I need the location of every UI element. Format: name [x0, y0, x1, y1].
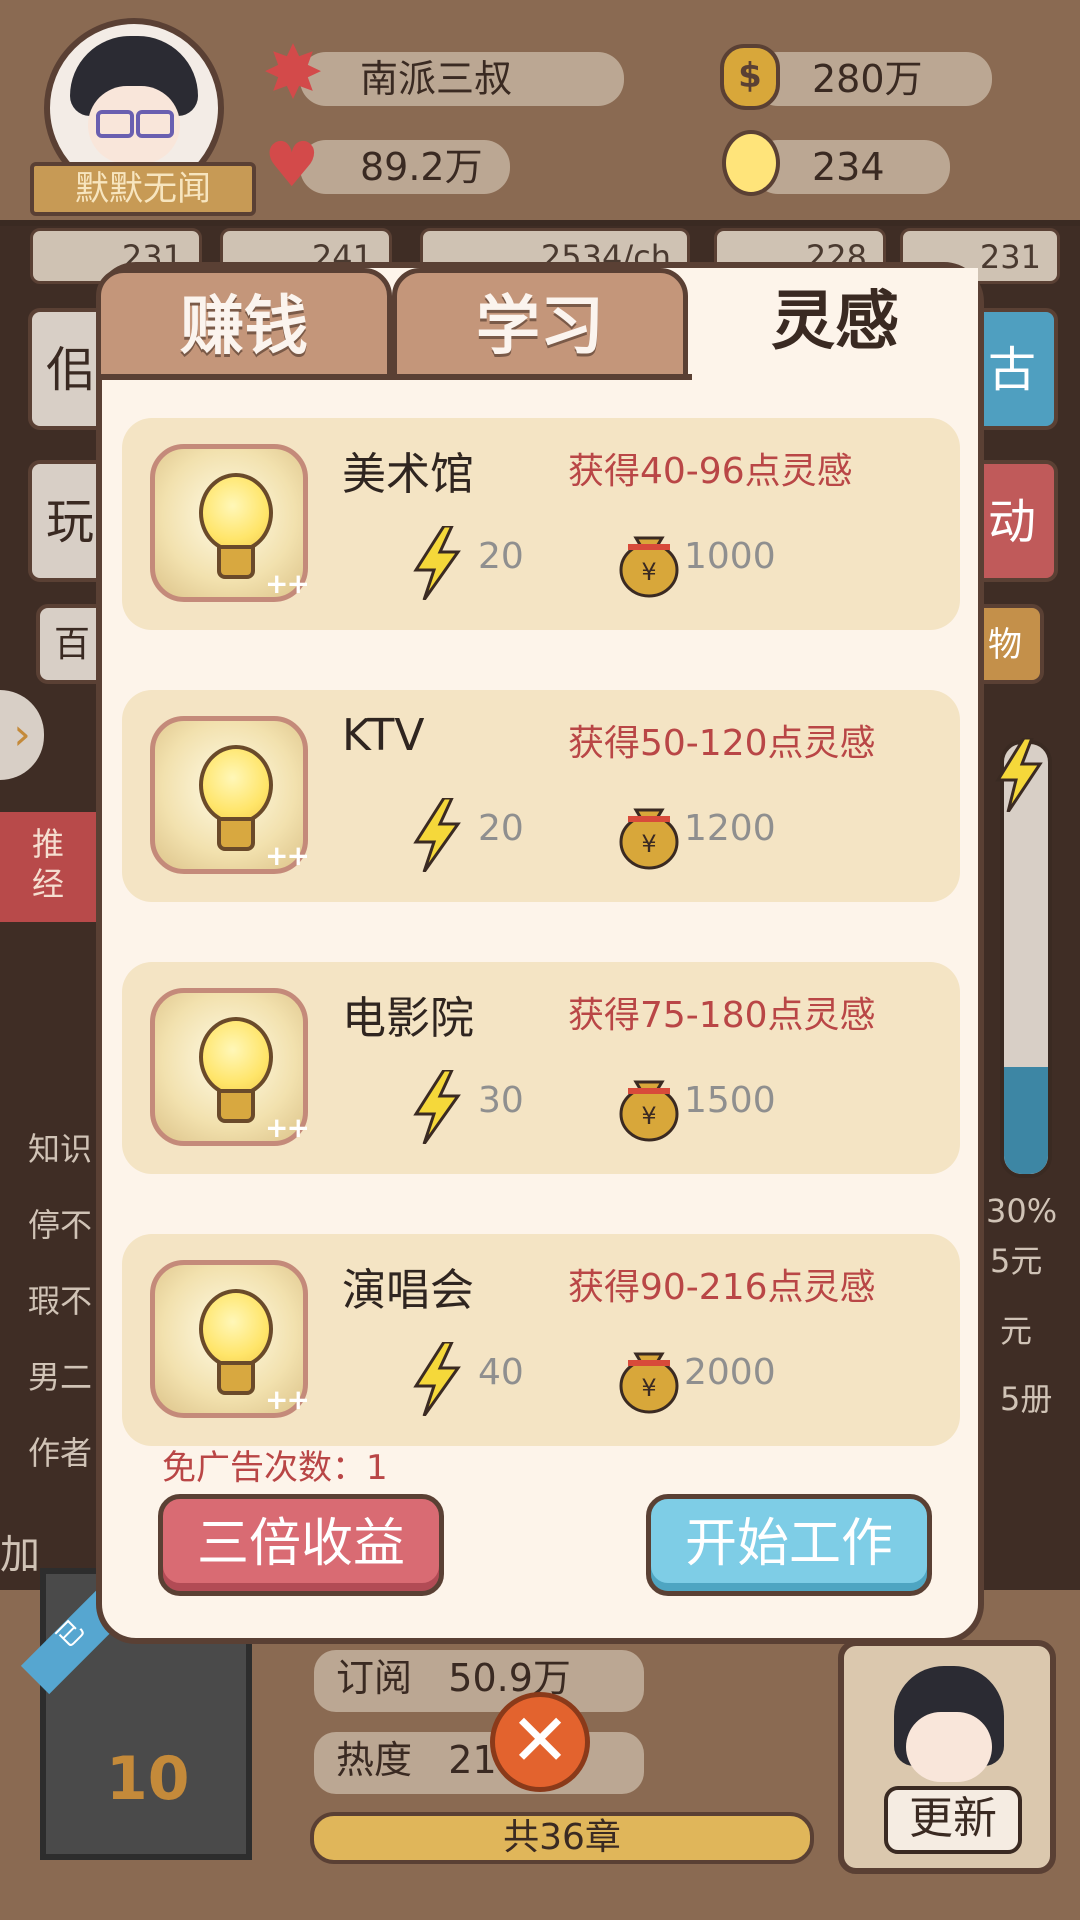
activity-reward: 获得90-216点灵感: [568, 1267, 876, 1308]
svg-text:¥: ¥: [641, 1102, 656, 1130]
bulb-icon: ++: [150, 1260, 310, 1418]
gauge-fill: [1004, 1066, 1048, 1174]
close-button[interactable]: ✕: [490, 1692, 590, 1792]
money-cost: 1500: [684, 1080, 776, 1121]
energy-cost: 30: [478, 1080, 524, 1121]
subscribe-pill: 订阅 50.9万: [314, 1650, 644, 1712]
bulb-icon: [722, 130, 780, 196]
bg-text: 5元: [990, 1242, 1043, 1280]
recommend-tag: 推 经: [0, 812, 96, 922]
likes-pill: 89.2万: [300, 140, 510, 194]
list-item[interactable]: ++ 美术馆 获得40-96点灵感 20 ¥ 1000: [122, 418, 960, 630]
activity-name: 电影院: [342, 993, 474, 1044]
energy-icon: [413, 526, 461, 600]
list-item[interactable]: ++ 电影院 获得75-180点灵感 30 ¥ 1500: [122, 962, 960, 1174]
energy-icon: [413, 798, 461, 872]
tab-study[interactable]: 学习: [392, 268, 688, 380]
activity-reward: 获得75-180点灵感: [568, 995, 876, 1036]
bg-text: 作者: [28, 1434, 93, 1472]
svg-text:¥: ¥: [641, 558, 656, 586]
triple-reward-button[interactable]: 三倍收益: [158, 1494, 444, 1596]
bg-text: 瑕不: [28, 1282, 93, 1320]
top-status-bar: 默默无闻 南派三叔 ✸ 89.2万 ♥ 280万 $ 234: [0, 0, 1080, 226]
activity-name: KTV: [342, 710, 425, 761]
tab-inspiration[interactable]: 灵感: [692, 268, 978, 380]
bulb-icon: ++: [150, 444, 310, 602]
activity-name: 美术馆: [342, 449, 474, 500]
svg-text:¥: ¥: [641, 1374, 656, 1402]
inspiration-pill: 234: [752, 140, 950, 194]
ad-free-count: 免广告次数：1: [162, 1448, 388, 1488]
energy-cost: 40: [478, 1352, 524, 1393]
bg-text: 男二: [28, 1358, 93, 1396]
pen-name-pill: 南派三叔: [300, 52, 624, 106]
money-bag-icon: ¥: [619, 536, 679, 598]
bg-text: 元: [1000, 1312, 1033, 1350]
book-number: 10: [106, 1744, 190, 1814]
money-bag-icon: $: [720, 44, 780, 110]
energy-icon: [413, 1070, 461, 1144]
bulb-icon: ++: [150, 716, 310, 874]
heat-pill: 热度 214: [314, 1732, 644, 1794]
money-cost: 1200: [684, 808, 776, 849]
energy-icon: [413, 1342, 461, 1416]
player-name: 默默无闻: [30, 162, 256, 216]
money-cost: 1000: [684, 536, 776, 577]
bg-text: 加: [0, 1532, 40, 1578]
list-item[interactable]: ++ 演唱会 获得90-216点灵感 40 ¥ 2000: [122, 1234, 960, 1446]
activity-reward: 获得40-96点灵感: [568, 451, 853, 492]
bg-text: 5册: [1000, 1380, 1053, 1418]
heart-icon: ♥: [264, 128, 320, 201]
activity-reward: 获得50-120点灵感: [568, 723, 876, 764]
energy-cost: 20: [478, 808, 524, 849]
money-pill: 280万: [752, 52, 992, 106]
svg-text:¥: ¥: [641, 830, 656, 858]
activity-list: ++ 美术馆 获得40-96点灵感 20 ¥ 1000 ++ KTV 获得50-…: [102, 418, 978, 1446]
bg-text: 停不: [28, 1206, 93, 1244]
chapter-progress: 共36章: [310, 1812, 814, 1864]
energy-cost: 20: [478, 536, 524, 577]
bg-text: 30%: [986, 1192, 1058, 1230]
bulb-icon: ++: [150, 988, 310, 1146]
tab-earn-money[interactable]: 赚钱: [96, 268, 392, 380]
list-item[interactable]: ++ KTV 获得50-120点灵感 20 ¥ 1200: [122, 690, 960, 902]
activity-name: 演唱会: [342, 1265, 474, 1316]
expand-arrow-icon[interactable]: ›: [0, 690, 44, 780]
update-panel[interactable]: 更新: [838, 1640, 1056, 1874]
bg-text: 知识: [28, 1130, 93, 1168]
star-icon: ✸: [262, 30, 325, 116]
start-work-button[interactable]: 开始工作: [646, 1494, 932, 1596]
money-bag-icon: ¥: [619, 808, 679, 870]
money-bag-icon: ¥: [619, 1080, 679, 1142]
update-button[interactable]: 更新: [884, 1786, 1022, 1854]
money-bag-icon: ¥: [619, 1352, 679, 1414]
activity-dialog: 赚钱 学习 灵感 ++ 美术馆 获得40-96点灵感 20 ¥ 1000 ++ …: [96, 262, 984, 1644]
money-cost: 2000: [684, 1352, 776, 1393]
energy-bolt-icon: [995, 738, 1043, 812]
